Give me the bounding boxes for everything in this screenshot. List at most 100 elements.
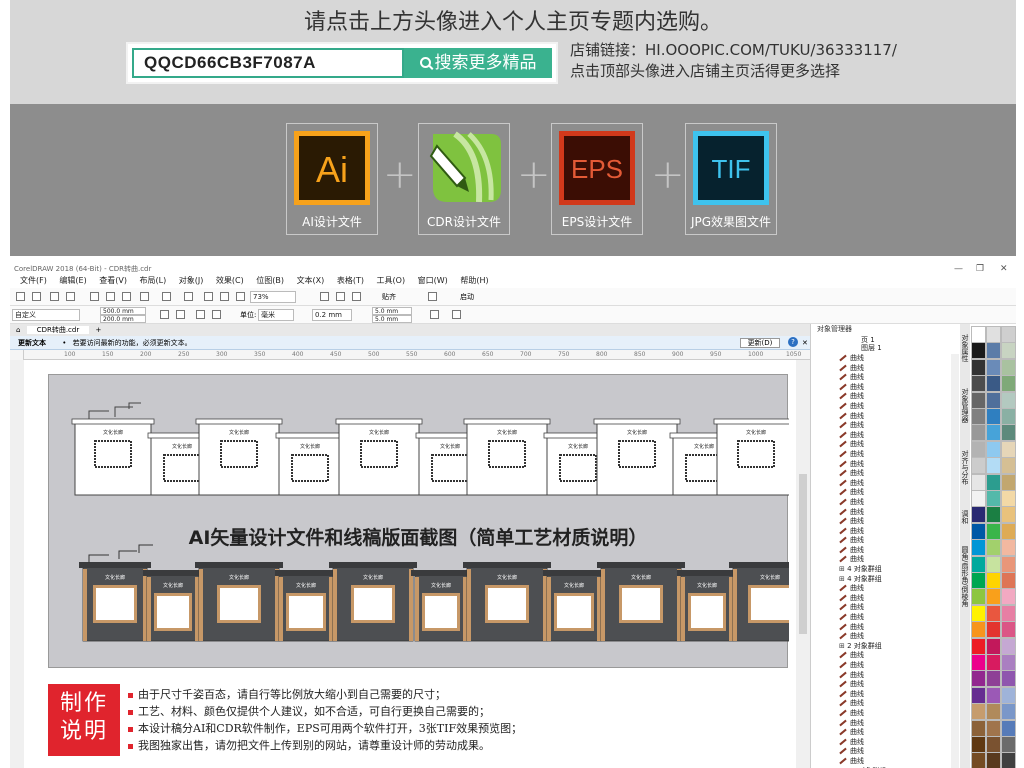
- save-icon[interactable]: [50, 292, 59, 301]
- color-swatch[interactable]: [971, 637, 986, 655]
- object-list-item[interactable]: ⊞ 4 对象群组: [839, 575, 955, 585]
- nudge-field[interactable]: 0.2 mm: [312, 309, 352, 321]
- color-swatch[interactable]: [1001, 326, 1016, 343]
- menu-edit[interactable]: 编辑(E): [59, 276, 86, 285]
- unit-select[interactable]: 毫米: [258, 309, 294, 321]
- color-swatch[interactable]: [986, 555, 1001, 573]
- menu-bitmaps[interactable]: 位图(B): [256, 276, 284, 285]
- object-list-item[interactable]: 曲线: [839, 709, 955, 719]
- color-swatch[interactable]: [986, 342, 1001, 360]
- color-swatch[interactable]: [1001, 703, 1016, 721]
- color-swatch[interactable]: [986, 326, 1001, 343]
- color-swatch[interactable]: [986, 506, 1001, 524]
- snap-to-dropdown[interactable]: 贴齐: [382, 288, 396, 306]
- color-swatch[interactable]: [1001, 752, 1016, 768]
- object-list-item[interactable]: 曲线: [839, 373, 955, 383]
- docker-scrollbar[interactable]: [951, 354, 959, 768]
- redo-icon[interactable]: [162, 292, 171, 301]
- color-swatch[interactable]: [1001, 342, 1016, 360]
- object-list-item[interactable]: 曲线: [839, 699, 955, 709]
- color-swatch[interactable]: [986, 604, 1001, 622]
- color-swatch[interactable]: [1001, 490, 1016, 507]
- object-list-item[interactable]: 曲线: [839, 651, 955, 661]
- object-list-item[interactable]: 曲线: [839, 354, 955, 364]
- object-list-item[interactable]: 曲线: [839, 613, 955, 623]
- color-swatch[interactable]: [971, 457, 986, 475]
- page-height-field[interactable]: 200.0 mm: [100, 315, 146, 323]
- full-screen-icon[interactable]: [320, 292, 329, 301]
- drawing-canvas[interactable]: 文化长廊 文化长廊 文化长廊 文化长廊 文化长廊 文化长廊 文化长廊 文化长廊 文化长廊 文化长廊…: [24, 360, 796, 768]
- object-list-item[interactable]: 曲线: [839, 728, 955, 738]
- color-swatch[interactable]: [971, 703, 986, 721]
- object-list-item[interactable]: 曲线: [839, 421, 955, 431]
- color-swatch[interactable]: [1001, 522, 1016, 540]
- color-swatch[interactable]: [986, 440, 1001, 458]
- object-list-item[interactable]: 曲线: [839, 584, 955, 594]
- color-swatch[interactable]: [1001, 440, 1016, 458]
- tab-document[interactable]: CDR转曲.cdr: [26, 326, 90, 334]
- color-swatch[interactable]: [971, 391, 986, 409]
- side-tab-object-manager[interactable]: 对象管理器: [960, 388, 970, 423]
- grid-icon[interactable]: [352, 292, 361, 301]
- color-swatch[interactable]: [986, 539, 1001, 557]
- portrait-icon[interactable]: [160, 310, 169, 319]
- new-document-icon[interactable]: [16, 292, 25, 301]
- duplicate-x-field[interactable]: 5.0 mm: [372, 307, 412, 315]
- color-swatch[interactable]: [986, 473, 1001, 491]
- color-swatch[interactable]: [971, 719, 986, 737]
- color-swatch[interactable]: [971, 506, 986, 524]
- color-swatch[interactable]: [986, 752, 1001, 768]
- object-list-item[interactable]: ⊞ 4 对象群组: [839, 565, 955, 575]
- color-swatch[interactable]: [1001, 604, 1016, 622]
- object-list-item[interactable]: 曲线: [839, 450, 955, 460]
- object-list-item[interactable]: 曲线: [839, 440, 955, 450]
- object-list-item[interactable]: 曲线: [839, 680, 955, 690]
- color-swatch[interactable]: [986, 670, 1001, 688]
- color-swatch[interactable]: [986, 736, 1001, 753]
- object-list-item[interactable]: 曲线: [839, 603, 955, 613]
- landscape-icon[interactable]: [176, 310, 185, 319]
- color-swatch[interactable]: [971, 555, 986, 573]
- search-code-input[interactable]: QQCD66CB3F7087A: [132, 48, 404, 78]
- color-swatch[interactable]: [971, 670, 986, 688]
- side-tab-fillet[interactable]: 圆角/扇形角/倒棱角: [960, 546, 970, 607]
- color-swatch[interactable]: [986, 588, 1001, 606]
- color-swatch[interactable]: [1001, 670, 1016, 688]
- object-list-item[interactable]: 曲线: [839, 364, 955, 374]
- maximize-icon[interactable]: ❐: [976, 264, 984, 274]
- color-swatch[interactable]: [971, 473, 986, 491]
- object-list-item[interactable]: 曲线: [839, 594, 955, 604]
- object-list-item[interactable]: 曲线: [839, 738, 955, 748]
- menu-window[interactable]: 窗口(W): [418, 276, 448, 285]
- cut-icon[interactable]: [90, 292, 99, 301]
- object-list-item[interactable]: 曲线: [839, 671, 955, 681]
- color-swatch[interactable]: [1001, 457, 1016, 475]
- object-list-item[interactable]: 曲线: [839, 536, 955, 546]
- open-icon[interactable]: [32, 292, 41, 301]
- vertical-scrollbar[interactable]: [796, 360, 810, 768]
- treat-as-filled-icon[interactable]: [430, 310, 439, 319]
- object-list-item[interactable]: 曲线: [839, 460, 955, 470]
- color-swatch[interactable]: [1001, 424, 1016, 442]
- object-list-item[interactable]: 曲线: [839, 555, 955, 565]
- color-swatch[interactable]: [1001, 588, 1016, 606]
- color-swatch[interactable]: [1001, 473, 1016, 491]
- horizontal-ruler[interactable]: 100 150 200 250 300 350 400 450 500 550 600 650 700 7…: [24, 350, 810, 360]
- color-swatch[interactable]: [1001, 375, 1016, 393]
- color-swatch[interactable]: [986, 719, 1001, 737]
- object-list-item[interactable]: 曲线: [839, 719, 955, 729]
- object-list-item[interactable]: 曲线: [839, 508, 955, 518]
- object-list-item[interactable]: 曲线: [839, 690, 955, 700]
- color-swatch[interactable]: [1001, 555, 1016, 573]
- zoom-level[interactable]: 73%: [250, 291, 296, 303]
- color-swatch[interactable]: [971, 539, 986, 557]
- duplicate-y-field[interactable]: 5.0 mm: [372, 315, 412, 323]
- side-tab-object-properties[interactable]: 对象属性: [960, 334, 970, 362]
- color-swatch[interactable]: [1001, 572, 1016, 589]
- update-button[interactable]: 更新(D): [740, 338, 780, 348]
- object-list-item[interactable]: 曲线: [839, 392, 955, 402]
- menu-tools[interactable]: 工具(O): [377, 276, 406, 285]
- search-more-button[interactable]: 搜索更多精品: [404, 48, 552, 78]
- color-swatch[interactable]: [971, 490, 986, 507]
- color-swatch[interactable]: [1001, 621, 1016, 639]
